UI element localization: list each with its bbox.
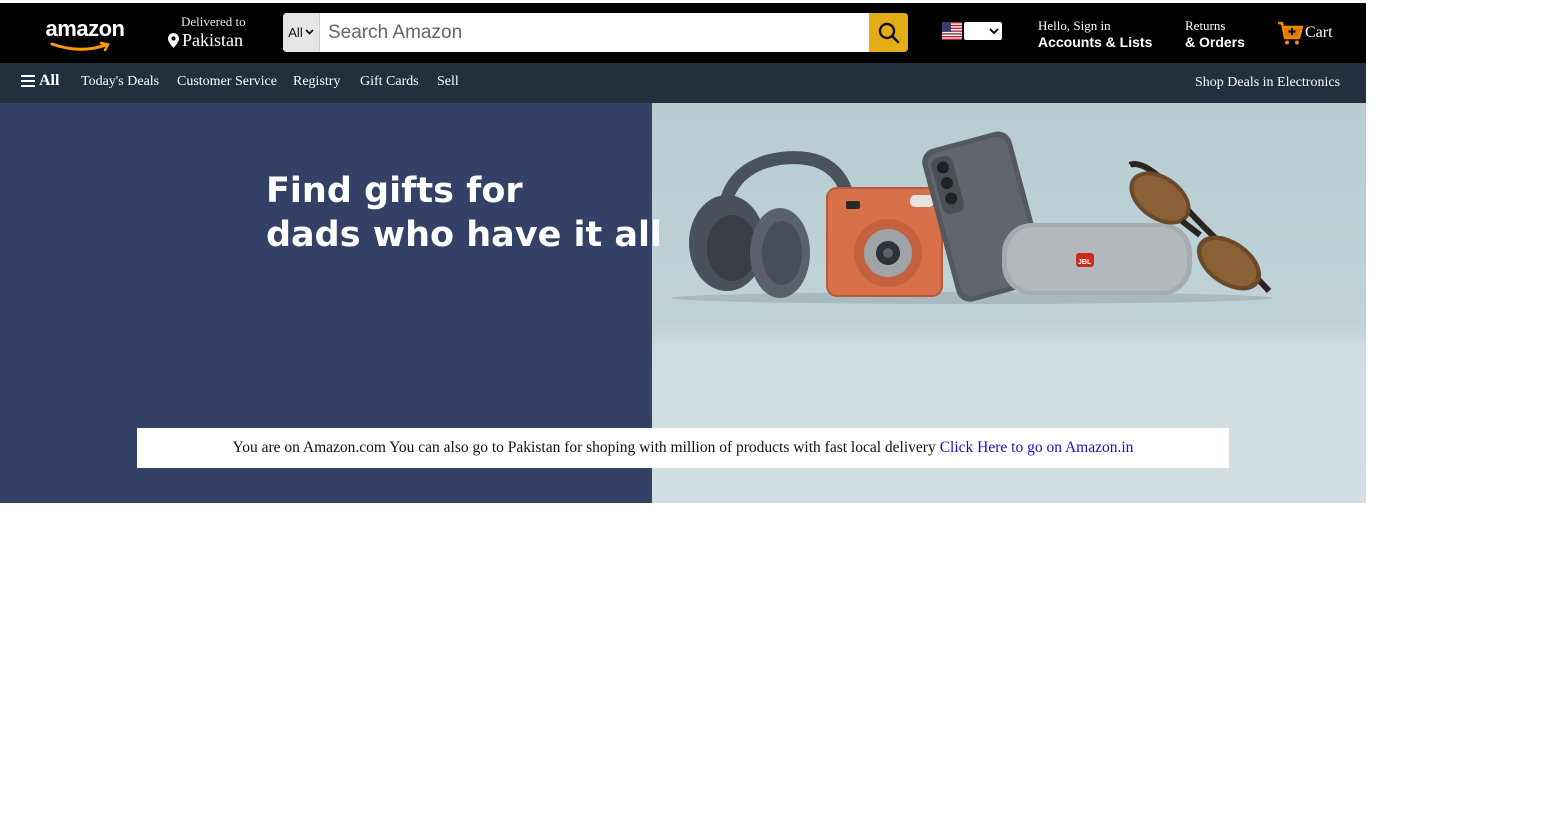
region-notice: You are on Amazon.com You can also go to…: [137, 428, 1229, 468]
search-category-select[interactable]: All: [283, 13, 320, 52]
account-greeting: Hello, Sign in: [1038, 18, 1111, 33]
location-pin-icon: [168, 32, 179, 48]
delivery-country: Pakistan: [168, 29, 263, 51]
hero-title-line2: dads who have it all: [266, 215, 663, 255]
nav-link-todays-deals[interactable]: Today's Deals: [81, 74, 159, 90]
hamburger-icon: [21, 75, 35, 87]
hero-title: Find gifts for dads who have it all: [266, 169, 662, 257]
search-category-label: All: [288, 25, 303, 40]
logo-text: amazon: [45, 16, 125, 41]
nav-link-sell[interactable]: Sell: [437, 74, 459, 90]
search-input[interactable]: [320, 13, 869, 52]
secondary-navbar: All Today's Deals Customer Service Regis…: [0, 63, 1366, 103]
hero-title-line1: Find gifts for: [266, 171, 523, 211]
all-menu-button[interactable]: All: [21, 72, 59, 90]
us-flag-icon: [942, 22, 962, 40]
orders-label: & Orders: [1185, 34, 1245, 50]
delivered-to-label: Delivered to: [181, 14, 246, 29]
headphones-image: [689, 151, 856, 298]
language-dropdown[interactable]: [964, 22, 1002, 40]
jbl-logo-text: JBL: [1078, 259, 1092, 266]
delivery-country-label: Pakistan: [182, 30, 243, 50]
all-menu-label: All: [39, 72, 60, 89]
hero-banner[interactable]: Find gifts for dads who have it all JBL …: [0, 103, 1366, 503]
nav-link-customer-service[interactable]: Customer Service: [177, 74, 277, 90]
language-selector[interactable]: [942, 22, 1002, 40]
returns-orders[interactable]: Returns & Orders: [1185, 18, 1245, 51]
search-icon: [878, 22, 899, 43]
search-bar: All: [283, 13, 908, 52]
search-button[interactable]: [869, 13, 908, 52]
nav-link-registry[interactable]: Registry: [293, 74, 340, 90]
region-notice-text: You are on Amazon.com You can also go to…: [232, 439, 936, 456]
cart-label: Cart: [1305, 24, 1333, 41]
amazon-smile-icon: [50, 41, 110, 52]
account-lists-label: Accounts & Lists: [1038, 34, 1153, 50]
instant-camera-image: [826, 187, 943, 297]
delivery-location[interactable]: Delivered to Pakistan: [168, 15, 263, 51]
amazon-in-link[interactable]: Click Here to go on Amazon.in: [940, 439, 1134, 457]
nav-link-gift-cards[interactable]: Gift Cards: [360, 74, 419, 90]
amazon-logo[interactable]: amazon: [40, 15, 130, 55]
cart-button[interactable]: Cart: [1277, 20, 1333, 46]
returns-label: Returns: [1185, 18, 1226, 33]
hero-product-image: JBL: [672, 131, 1272, 304]
chevron-down-icon: [305, 27, 314, 38]
top-navbar: amazon Delivered to Pakistan All Search …: [0, 3, 1366, 63]
bluetooth-speaker-image: JBL: [1002, 223, 1192, 295]
nav-link-shop-deals-electronics[interactable]: Shop Deals in Electronics: [1195, 75, 1340, 91]
account-lists[interactable]: Hello, Sign in Accounts & Lists: [1038, 18, 1152, 51]
cart-icon: [1278, 21, 1303, 45]
chevron-down-icon: [989, 27, 999, 34]
